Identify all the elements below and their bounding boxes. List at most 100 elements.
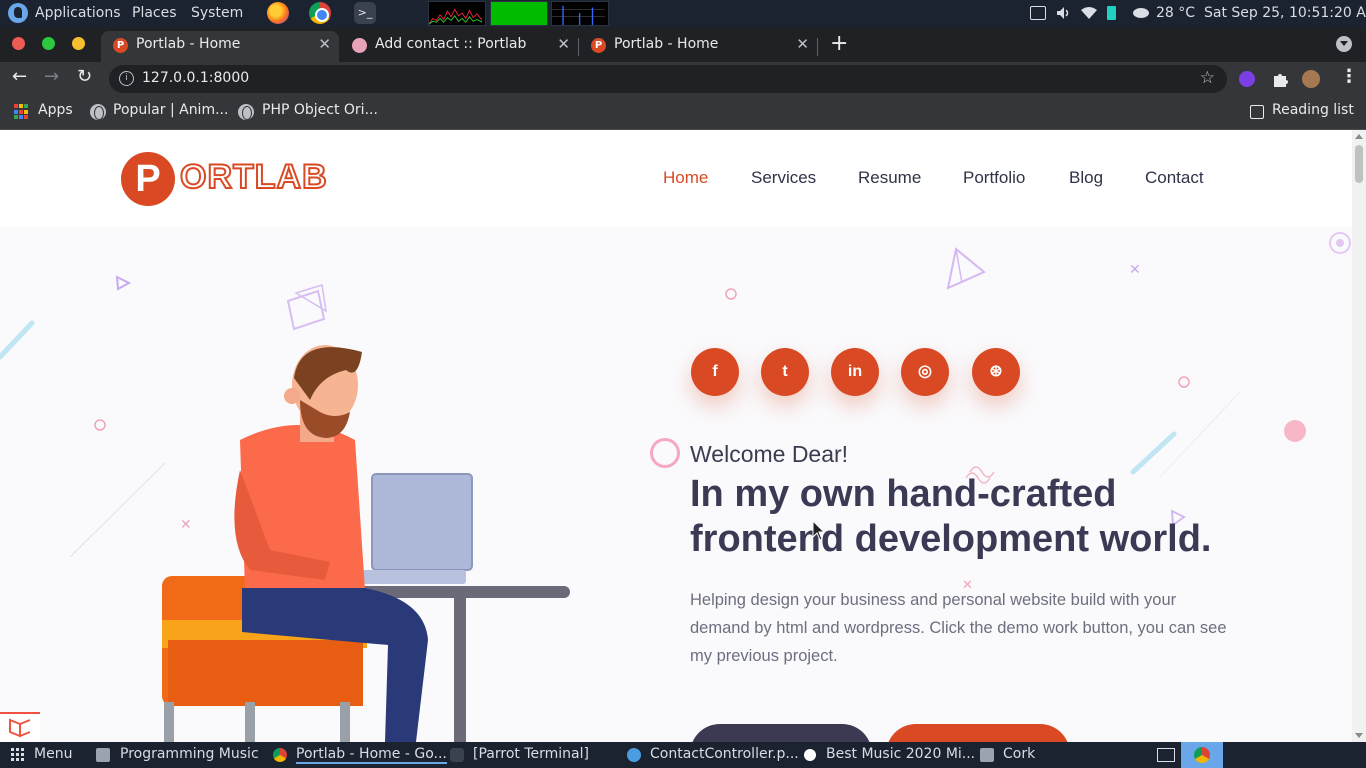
reading-list-button[interactable]: Reading list (1272, 102, 1354, 118)
folder-icon (96, 748, 110, 762)
back-arrow-icon[interactable]: ← (12, 66, 27, 87)
workspace-switcher-icon[interactable] (1157, 748, 1175, 762)
forward-arrow-icon[interactable]: → (44, 66, 59, 87)
taskbar-menu-button[interactable]: Menu (34, 746, 72, 762)
laravel-debugbar-toggle[interactable] (0, 712, 40, 742)
download-extension-icon[interactable] (1239, 71, 1255, 87)
browser-tab-portlab-home-2[interactable]: P Portlab - Home ✕ (579, 31, 817, 62)
taskbar-portlab-chrome[interactable]: Portlab - Home - Go... (296, 746, 447, 764)
apps-grid-icon (14, 104, 30, 120)
scrollbar-thumb[interactable] (1355, 145, 1363, 183)
taskbar-best-music[interactable]: Best Music 2020 Mi... (826, 746, 975, 762)
address-url[interactable]: 127.0.0.1:8000 (142, 70, 249, 86)
nav-home[interactable]: Home (663, 168, 708, 188)
reload-icon[interactable]: ↻ (77, 66, 92, 87)
tab-search-chevron-icon[interactable] (1336, 36, 1352, 52)
volume-icon[interactable] (1056, 6, 1072, 20)
taskbar-contact-controller[interactable]: ContactController.p... (650, 746, 799, 762)
site-header: P ORTLAB Home Services Resume Portfolio … (0, 130, 1352, 227)
developer-illustration (162, 345, 570, 742)
hero-secondary-button[interactable] (886, 724, 1070, 742)
profile-avatar[interactable] (1302, 70, 1320, 88)
linkedin-button[interactable]: in (831, 348, 879, 396)
battery-icon[interactable] (1107, 6, 1116, 20)
vscode-icon (627, 748, 641, 762)
tab-close-icon[interactable]: ✕ (318, 35, 331, 53)
portlab-favicon-icon: P (113, 38, 128, 53)
memory-monitor-graph (490, 1, 548, 26)
window-minimize-button[interactable] (72, 37, 85, 50)
scroll-up-arrow-icon[interactable] (1355, 134, 1363, 139)
weather-temperature[interactable]: 28 °C (1156, 5, 1195, 21)
mouse-cursor-icon (812, 520, 826, 541)
instagram-button[interactable]: ◎ (901, 348, 949, 396)
facebook-button[interactable]: f (691, 348, 739, 396)
welcome-subtitle: Welcome Dear! (690, 441, 849, 467)
tab-close-icon[interactable]: ✕ (557, 35, 570, 53)
folder-icon (980, 748, 994, 762)
bookmark-star-icon[interactable]: ☆ (1200, 68, 1215, 88)
system-top-panel: Applications Places System >_ 28 °C Sat … (0, 0, 1366, 27)
globe-icon (238, 104, 254, 120)
hero-headline-line-2: frontend development world. (690, 518, 1212, 560)
portlab-favicon-icon: P (591, 38, 606, 53)
dribbble-button[interactable]: ⊛ (972, 348, 1020, 396)
twitter-button[interactable]: t (761, 348, 809, 396)
anime-favicon-icon (352, 38, 367, 53)
page-scrollbar[interactable] (1352, 130, 1366, 742)
media-icon (804, 749, 816, 761)
hero-headline: In my own hand-crafted frontend developm… (690, 472, 1250, 562)
bottom-taskbar: Menu Programming Music Portlab - Home - … (0, 742, 1366, 768)
cpu-monitor-graph (428, 1, 486, 26)
bookmark-php-object[interactable]: PHP Object Ori... (262, 102, 378, 118)
globe-icon (90, 104, 106, 120)
chrome-menu-kebab-icon[interactable]: ⋮ (1340, 66, 1358, 87)
site-info-icon[interactable]: i (119, 71, 134, 86)
bookmark-popular-anime[interactable]: Popular | Anim... (113, 102, 228, 118)
browser-tab-add-contact[interactable]: Add contact :: Portlab ✕ (340, 31, 578, 62)
scroll-down-arrow-icon[interactable] (1355, 733, 1363, 738)
keyboard-icon[interactable] (1030, 6, 1046, 20)
nav-contact[interactable]: Contact (1145, 168, 1204, 188)
window-close-button[interactable] (12, 37, 25, 50)
firefox-launcher-icon[interactable] (267, 2, 289, 24)
bookmark-apps[interactable]: Apps (38, 102, 73, 118)
taskbar-programming-music[interactable]: Programming Music (120, 746, 259, 762)
nav-blog[interactable]: Blog (1069, 168, 1103, 188)
taskbar-parrot-terminal[interactable]: [Parrot Terminal] (473, 746, 589, 762)
hero-description: Helping design your business and persona… (690, 591, 1227, 665)
chrome-workspace-icon (1194, 747, 1210, 763)
chrome-icon (273, 748, 287, 762)
menu-places[interactable]: Places (132, 5, 177, 21)
extensions-puzzle-icon[interactable] (1271, 70, 1289, 88)
new-tab-button[interactable]: + (830, 31, 848, 56)
tab-title: Add contact :: Portlab (375, 36, 527, 52)
address-bar[interactable]: i 127.0.0.1:8000 ☆ (109, 65, 1227, 93)
menu-system[interactable]: System (191, 5, 243, 21)
tab-close-icon[interactable]: ✕ (796, 35, 809, 53)
menu-applications[interactable]: Applications (35, 5, 121, 21)
logo-mark[interactable]: P (121, 152, 175, 206)
wifi-icon[interactable] (1081, 6, 1097, 20)
bookmarks-bar: Apps Popular | Anim... PHP Object Ori...… (0, 96, 1366, 130)
network-monitor-graph (551, 1, 609, 26)
menu-grid-icon[interactable] (11, 748, 25, 762)
nav-portfolio[interactable]: Portfolio (963, 168, 1025, 188)
window-maximize-button[interactable] (42, 37, 55, 50)
taskbar-cork[interactable]: Cork (1003, 746, 1035, 762)
hero-primary-button[interactable] (690, 724, 872, 742)
parrot-os-logo-icon[interactable] (8, 3, 28, 23)
chrome-launcher-icon[interactable] (309, 2, 331, 24)
tab-separator (817, 38, 818, 56)
tab-title: Portlab - Home (614, 36, 719, 52)
nav-resume[interactable]: Resume (858, 168, 921, 188)
page-viewport: P ORTLAB Home Services Resume Portfolio … (0, 130, 1352, 742)
workspace-active[interactable] (1181, 742, 1223, 768)
terminal-launcher-icon[interactable]: >_ (354, 2, 376, 24)
browser-tab-portlab-home[interactable]: P Portlab - Home ✕ (101, 31, 339, 62)
nav-services[interactable]: Services (751, 168, 816, 188)
reading-list-icon (1250, 105, 1264, 119)
clock-datetime[interactable]: Sat Sep 25, 10:51:20 AM (1204, 5, 1366, 21)
logo-wordmark[interactable]: ORTLAB (179, 157, 328, 197)
weather-cloud-icon[interactable] (1132, 6, 1149, 20)
